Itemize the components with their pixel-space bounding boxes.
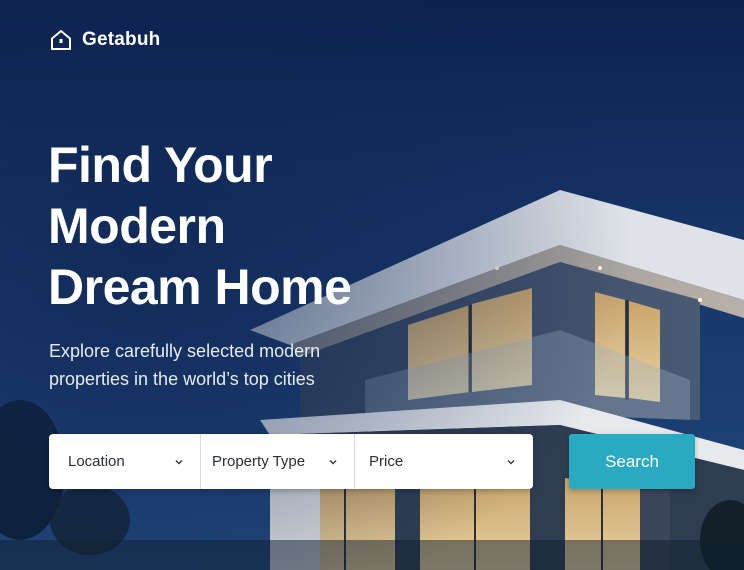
search-bar: Location Property Type Price [49,434,533,489]
search-button[interactable]: Search [569,434,695,489]
page-headline: Find Your Modern Dream Home [48,135,408,318]
property-type-dropdown[interactable]: Property Type [201,434,355,489]
brand-name: Getabuh [82,29,161,50]
subtitle-line: properties in the world’s top cities [49,369,315,389]
chevron-down-icon [329,459,337,465]
chevron-down-icon [507,459,515,465]
house-icon [51,30,71,50]
headline-line: Dream Home [48,259,352,315]
property-type-label: Property Type [212,453,306,470]
chevron-down-icon [175,459,183,465]
headline-line: Find Your [48,137,273,193]
subtitle-line: Explore carefully selected modern [49,341,321,361]
price-label: Price [369,453,404,470]
hero-subtitle: Explore carefully selected modern proper… [49,337,369,393]
location-dropdown[interactable]: Location [49,434,201,489]
headline-line: Modern [48,198,226,254]
brand-logo[interactable]: Getabuh [49,28,160,52]
location-label: Location [68,453,125,470]
price-dropdown[interactable]: Price [355,434,533,489]
